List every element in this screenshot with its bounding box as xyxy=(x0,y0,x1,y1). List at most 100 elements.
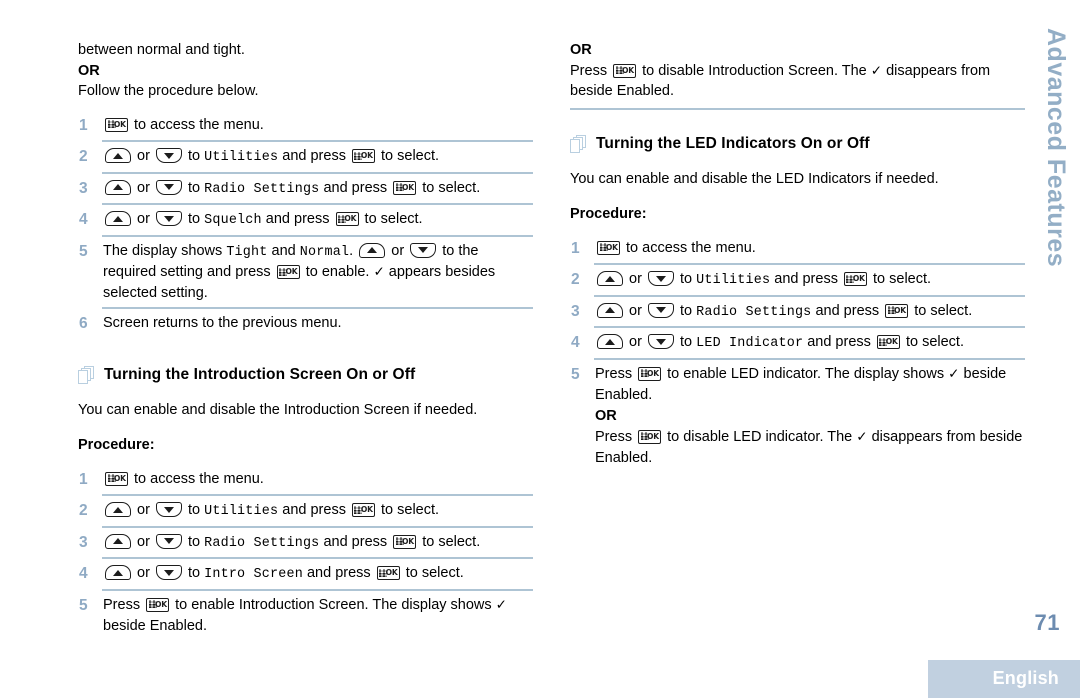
step-text: or to Utilities and press OK to select. xyxy=(103,146,533,167)
or-label-right: OR xyxy=(570,42,592,58)
step-number: 5 xyxy=(571,365,580,383)
or-label-inline: OR xyxy=(595,407,617,424)
triangle-glyph xyxy=(163,569,174,576)
left-column: between normal and tight. OR Follow the … xyxy=(78,40,533,642)
ok-key-label: OK xyxy=(605,242,618,252)
step-number: 4 xyxy=(79,565,88,583)
ok-key-icon: OK xyxy=(351,149,375,164)
checkmark-icon: ✓ xyxy=(948,365,960,382)
ok-key-icon: OK xyxy=(393,534,417,549)
arrow-down-key-icon xyxy=(155,502,182,518)
step-number: 1 xyxy=(571,239,580,257)
continued-paragraph: between normal and tight. xyxy=(78,42,245,58)
ok-key-label: OK xyxy=(885,337,898,347)
procedure-step: 4 or to Squelch and press OK to select. xyxy=(78,205,533,238)
arrow-down-key-icon xyxy=(155,533,182,549)
triangle-glyph xyxy=(163,506,174,513)
arrow-down-key-icon xyxy=(410,242,437,258)
follow-procedure-text: Follow the procedure below. xyxy=(78,83,259,100)
arrow-down-key-icon xyxy=(155,179,182,195)
section-title: Turning the Introduction Screen On or Of… xyxy=(104,365,416,383)
intro-screen-steps: 1 OK to access the menu. 2 or to Utilities… xyxy=(78,465,533,642)
procedure-step: 3 or to Radio Settings and press OK to s… xyxy=(78,174,533,206)
step-text: Press OK to enable LED indicator. The di… xyxy=(595,365,1023,466)
ok-key-icon: OK xyxy=(613,63,637,78)
section-heading-intro-screen: Turning the Introduction Screen On or Of… xyxy=(78,365,533,385)
step-number: 3 xyxy=(79,533,88,551)
menu-item-name: Radio Settings xyxy=(204,181,320,197)
ok-key-label: OK xyxy=(360,505,373,515)
step-text: OK to access the menu. xyxy=(595,238,1025,259)
arrow-up-key-icon xyxy=(359,242,386,258)
ok-key-label: OK xyxy=(385,568,398,578)
procedure-step: 2 or to Utilities and press OK to select… xyxy=(570,265,1025,298)
menu-item-name: Intro Screen xyxy=(204,567,303,583)
triangle-glyph xyxy=(655,338,666,345)
triangle-glyph xyxy=(113,506,123,513)
ok-key-label: OK xyxy=(402,536,414,546)
chapter-side-tab-label: Advanced Features xyxy=(1042,28,1070,268)
triangle-glyph xyxy=(113,538,123,545)
arrow-up-key-icon xyxy=(105,148,131,164)
ok-key-icon: OK xyxy=(105,471,128,486)
ok-key-icon: OK xyxy=(276,265,300,280)
ok-key-label: OK xyxy=(360,151,373,161)
triangle-glyph xyxy=(655,275,666,282)
arrow-down-key-icon xyxy=(647,334,674,350)
triangle-glyph xyxy=(163,215,174,222)
procedure-step: 3 or to Radio Settings and press OK to s… xyxy=(570,297,1025,329)
menu-item-name: Radio Settings xyxy=(204,535,320,551)
step-text: or to Utilities and press OK to select. xyxy=(103,500,533,521)
ok-key-label: OK xyxy=(894,305,906,315)
squelch-steps: 1 OK to access the menu. 2 or to Utilities… xyxy=(78,111,533,341)
ok-key-label: OK xyxy=(646,431,659,441)
triangle-glyph xyxy=(163,184,174,191)
ok-key-label: OK xyxy=(113,473,126,483)
ok-key-icon: OK xyxy=(638,366,662,381)
step-number: 1 xyxy=(79,116,88,134)
step-number: 4 xyxy=(79,211,88,229)
step-text: or to Radio Settings and press OK to sel… xyxy=(103,178,533,199)
procedure-label-left: Procedure: xyxy=(78,437,155,454)
ok-key-icon: OK xyxy=(393,180,417,195)
menu-item-name: Tight xyxy=(226,244,268,260)
triangle-glyph xyxy=(113,184,123,191)
arrow-up-key-icon xyxy=(105,179,131,195)
procedure-step: 5 Press OK to enable LED indicator. The d… xyxy=(570,360,1025,474)
pages-stack-icon xyxy=(570,134,587,154)
step-text: or to Radio Settings and press OK to sel… xyxy=(595,301,1025,322)
page-number: 71 xyxy=(1034,610,1060,635)
led-indicator-steps: 1 OK to access the menu. 2 or to Utilities… xyxy=(570,234,1025,474)
ok-key-icon: OK xyxy=(885,303,909,318)
triangle-glyph xyxy=(655,307,666,314)
step-number: 5 xyxy=(79,242,88,260)
ok-key-label: OK xyxy=(154,599,167,609)
section-intro-text: You can enable and disable the LED Indic… xyxy=(570,170,939,187)
arrow-down-key-icon xyxy=(647,302,674,318)
procedure-step: 2 or to Utilities and press OK to select… xyxy=(78,496,533,529)
ok-key-label: OK xyxy=(402,182,414,192)
section-heading-led-indicators: Turning the LED Indicators On or Off xyxy=(570,134,1025,154)
arrow-up-key-icon xyxy=(105,211,131,227)
procedure-step: 4 or to LED Indicator and press OK to se… xyxy=(570,328,1025,361)
language-band: English xyxy=(928,660,1080,698)
menu-item-name: Squelch xyxy=(204,213,262,229)
menu-item-name: Utilities xyxy=(204,150,279,166)
arrow-up-key-icon xyxy=(597,334,623,350)
ok-key-icon: OK xyxy=(843,272,867,287)
menu-item-name: Normal xyxy=(299,244,350,260)
checkmark-icon: ✓ xyxy=(856,428,868,445)
ok-key-icon: OK xyxy=(105,117,128,132)
step-number: 2 xyxy=(79,502,88,520)
triangle-glyph xyxy=(605,338,615,345)
step-text: or to Squelch and press OK to select. xyxy=(103,209,533,230)
arrow-up-key-icon xyxy=(105,533,131,549)
menu-item-name: Utilities xyxy=(204,504,279,520)
language-label: English xyxy=(992,668,1059,688)
procedure-step: 5 The display shows Tight and Normal. or … xyxy=(78,237,533,310)
triangle-glyph xyxy=(605,275,615,282)
step-number: 1 xyxy=(79,470,88,488)
arrow-down-key-icon xyxy=(155,148,182,164)
step-text: or to Radio Settings and press OK to sel… xyxy=(103,532,533,553)
triangle-glyph xyxy=(163,538,174,545)
